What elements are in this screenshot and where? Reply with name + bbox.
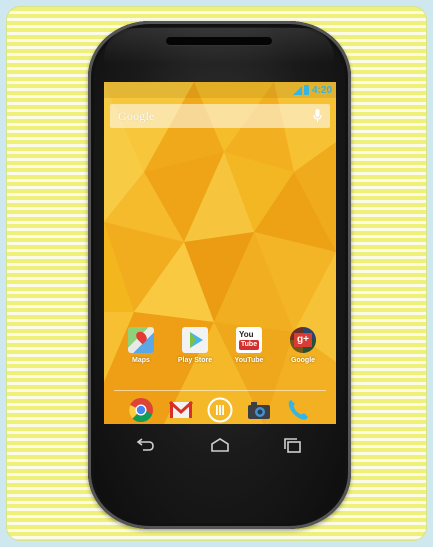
dock-divider (114, 390, 326, 391)
mic-icon[interactable] (313, 109, 322, 123)
chrome-icon[interactable] (128, 397, 154, 423)
phone-icon[interactable] (285, 397, 311, 423)
search-label: Google (118, 109, 155, 123)
status-bar: 4:20 (104, 82, 336, 98)
navigation-bar (104, 430, 336, 462)
gmail-icon[interactable] (168, 397, 194, 423)
app-label: YouTube (234, 357, 264, 364)
phone-screen: 4:20 Google Maps Play Store You Tube You… (104, 82, 336, 424)
app-label: Play Store (177, 357, 213, 364)
home-apps: Maps Play Store You Tube YouTube g+ Goog… (104, 327, 336, 377)
app-maps[interactable]: Maps (116, 327, 166, 364)
battery-icon (303, 85, 309, 95)
app-label: Maps (132, 357, 150, 364)
back-icon[interactable] (134, 436, 156, 454)
phone-shine (104, 28, 334, 64)
play-store-icon (182, 327, 208, 353)
app-google[interactable]: g+ Google (278, 327, 328, 364)
app-play-store[interactable]: Play Store (170, 327, 220, 364)
recents-icon[interactable] (282, 436, 304, 454)
app-drawer-icon[interactable] (207, 397, 233, 423)
status-clock: 4:20 (311, 84, 332, 96)
earpiece-speaker (166, 37, 272, 45)
signal-icon (292, 85, 302, 95)
home-icon[interactable] (209, 436, 231, 454)
app-youtube[interactable]: You Tube YouTube (224, 327, 274, 364)
app-label: Google (290, 357, 316, 364)
dock (104, 397, 336, 424)
camera-icon[interactable] (246, 397, 272, 423)
youtube-icon: You Tube (236, 327, 262, 353)
google-search-bar[interactable]: Google (110, 104, 330, 128)
google-plus-icon: g+ (290, 327, 316, 353)
maps-icon (128, 327, 154, 353)
